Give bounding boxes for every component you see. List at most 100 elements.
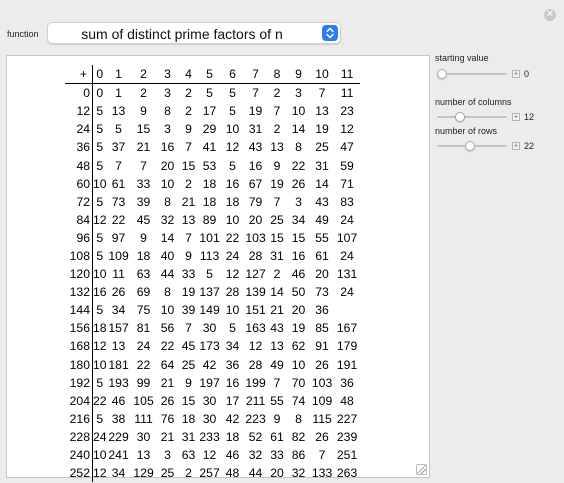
table-cell: 239 bbox=[336, 429, 358, 444]
table-cell: 39 bbox=[181, 303, 196, 318]
table-cell: 85 bbox=[315, 321, 329, 336]
table-cell: 9 bbox=[273, 158, 281, 173]
table-cell: 30 bbox=[202, 411, 217, 426]
table-cell: 43 bbox=[248, 140, 263, 155]
column-header: 2 bbox=[130, 65, 157, 85]
table-cell: 62 bbox=[291, 339, 306, 354]
table-cell: 233 bbox=[199, 429, 220, 444]
addition-table: +0 1 2 3 4 5 6 7 8 9 10 11 0 0 1 2 3 2 5 5 7 2 3 7 11 12 5 13 9 8 2 17… bbox=[65, 65, 360, 483]
table-header-row: +0 1 2 3 4 5 6 7 8 9 10 11 bbox=[65, 65, 360, 85]
table-cell: 91 bbox=[315, 339, 329, 354]
table-cell: 129 bbox=[133, 466, 154, 481]
table-row: 48 5 7 7 20 15 53 5 16 9 22 31 59 bbox=[65, 156, 360, 175]
table-cell: 71 bbox=[340, 176, 354, 191]
table-cell: 34 bbox=[291, 212, 306, 227]
row-header: 168 bbox=[65, 337, 93, 356]
table-cell: 12 bbox=[225, 267, 240, 282]
starting-value-label: starting value bbox=[435, 53, 489, 63]
table-cell: 223 bbox=[245, 411, 266, 426]
column-header: 1 bbox=[106, 65, 131, 85]
table-cell: 8 bbox=[295, 411, 302, 426]
function-dropdown-value: sum of distinct prime factors of n bbox=[81, 26, 283, 42]
table-cell: 107 bbox=[336, 230, 358, 245]
table-cell: 12 bbox=[93, 466, 107, 481]
starting-value-slider[interactable] bbox=[437, 69, 507, 79]
column-header: 8 bbox=[266, 65, 288, 85]
table-cell: 21 bbox=[160, 375, 175, 390]
table-row: 228 24 229 30 21 31 233 18 52 61 82 26 239 bbox=[65, 427, 360, 446]
table-cell: 22 bbox=[136, 357, 151, 372]
table-cell: 7 bbox=[273, 375, 281, 390]
number-of-rows-expand-icon[interactable]: + bbox=[512, 142, 520, 150]
table-cell: 50 bbox=[291, 285, 306, 300]
column-header: 10 bbox=[309, 65, 335, 85]
table-cell: 10 bbox=[225, 122, 240, 137]
table-cell: 13 bbox=[181, 212, 196, 227]
table-cell: 13 bbox=[270, 140, 284, 155]
table-cell: 16 bbox=[248, 158, 263, 173]
slider-thumb[interactable] bbox=[437, 69, 447, 79]
table-cell: 28 bbox=[225, 285, 240, 300]
table-cell: 55 bbox=[315, 230, 329, 245]
table-cell: 25 bbox=[160, 466, 175, 481]
number-of-columns-slider[interactable] bbox=[437, 112, 507, 122]
resize-grip-icon[interactable] bbox=[416, 464, 427, 475]
number-of-columns-expand-icon[interactable]: + bbox=[512, 113, 520, 121]
table-cell: 163 bbox=[245, 321, 266, 336]
table-cell: 82 bbox=[291, 429, 306, 444]
table-cell: 5 bbox=[96, 122, 104, 137]
row-header: 132 bbox=[65, 283, 93, 302]
table-row: 108 5 109 18 40 9 113 24 28 31 16 61 24 bbox=[65, 246, 360, 266]
table-cell: 5 bbox=[206, 267, 213, 282]
starting-value-expand-icon[interactable]: + bbox=[512, 70, 520, 78]
table-cell: 39 bbox=[136, 194, 151, 209]
slider-thumb[interactable] bbox=[465, 141, 476, 151]
table-cell: 21 bbox=[181, 194, 196, 209]
table-cell: 109 bbox=[108, 248, 129, 263]
table-cell: 229 bbox=[108, 429, 129, 444]
table-cell: 5 bbox=[229, 321, 236, 336]
table-cell: 73 bbox=[315, 285, 329, 300]
table-cell: 18 bbox=[202, 194, 217, 209]
table-cell: 44 bbox=[160, 267, 175, 282]
table-cell: 5 bbox=[96, 411, 104, 426]
table-cell: 10 bbox=[93, 267, 107, 282]
table-cell: 263 bbox=[336, 466, 358, 481]
row-header: 120 bbox=[65, 265, 93, 284]
table-cell: 10 bbox=[93, 357, 107, 372]
table-cell: 12 bbox=[93, 212, 107, 227]
row-header: 156 bbox=[65, 319, 93, 338]
table-cell: 48 bbox=[225, 466, 240, 481]
table-cell: 31 bbox=[270, 248, 284, 263]
table-cell: 7 bbox=[273, 104, 281, 119]
table-cell: 76 bbox=[160, 411, 175, 426]
table-cell: 113 bbox=[199, 248, 220, 263]
table-cell: 97 bbox=[111, 230, 126, 245]
table-cell: 103 bbox=[311, 375, 333, 390]
close-icon[interactable]: ✕ bbox=[544, 9, 556, 21]
table-cell: 16 bbox=[225, 375, 240, 390]
table-cell: 20 bbox=[160, 158, 175, 173]
dropdown-arrows-icon[interactable] bbox=[322, 25, 338, 41]
number-of-rows-slider[interactable] bbox=[437, 141, 507, 151]
table-cell: 43 bbox=[270, 321, 284, 336]
table-cell: 44 bbox=[248, 466, 263, 481]
row-header: 72 bbox=[65, 192, 93, 211]
table-cell: 36 bbox=[315, 303, 329, 318]
table-cell: 5 bbox=[96, 104, 104, 119]
function-dropdown[interactable]: sum of distinct prime factors of n bbox=[47, 22, 341, 44]
table-cell: 181 bbox=[108, 357, 129, 372]
table-cell: 22 bbox=[160, 339, 175, 354]
table-cell: 46 bbox=[225, 448, 240, 463]
slider-thumb[interactable] bbox=[455, 112, 465, 122]
table-cell: 3 bbox=[164, 122, 171, 137]
table-cell: 167 bbox=[336, 321, 358, 336]
table-cell: 36 bbox=[225, 357, 240, 372]
table-cell: 24 bbox=[340, 285, 354, 300]
table-cell: 211 bbox=[245, 393, 266, 408]
table-cell: 73 bbox=[111, 194, 126, 209]
table-cell: 33 bbox=[181, 267, 196, 282]
table-cell: 7 bbox=[185, 140, 192, 155]
table-cell: 16 bbox=[93, 285, 107, 300]
table-cell: 46 bbox=[111, 393, 126, 408]
